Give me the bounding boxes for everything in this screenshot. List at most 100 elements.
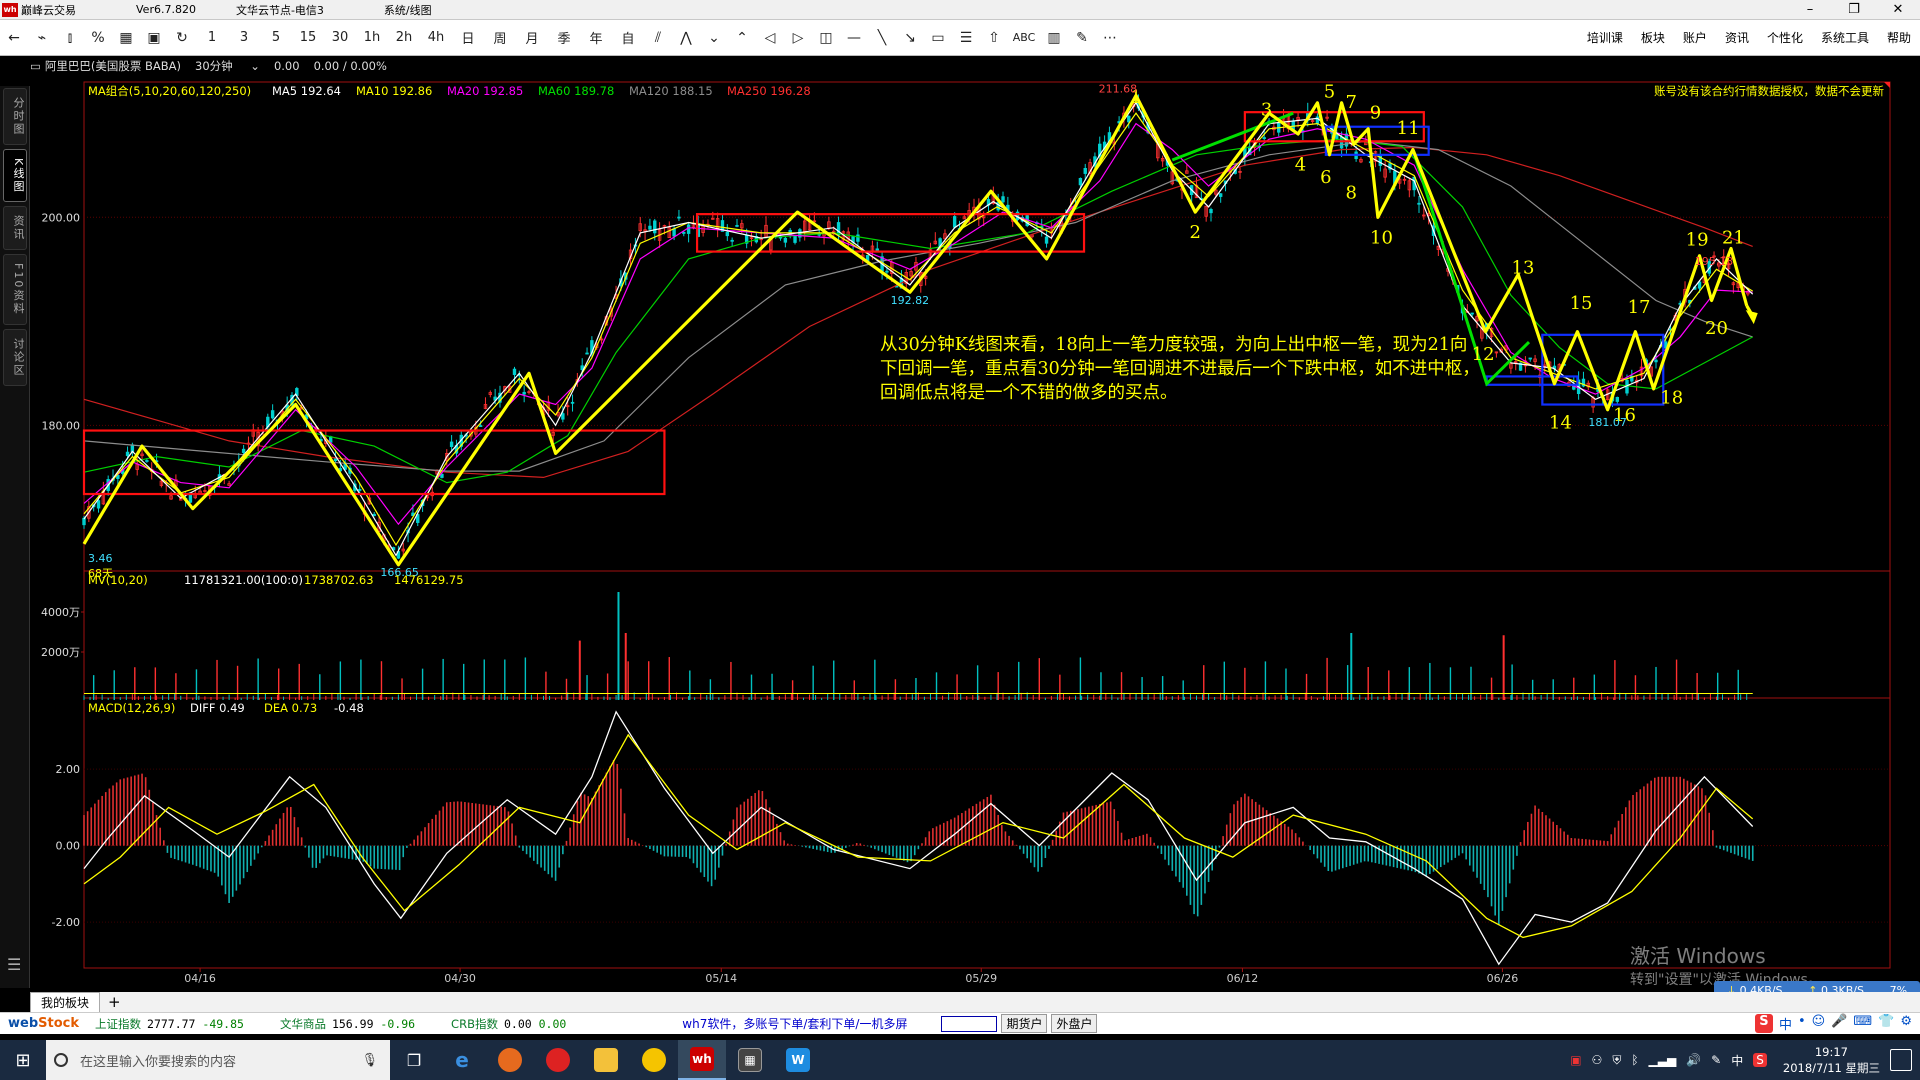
period-button-13[interactable]: 自 [615,26,641,50]
formula-icon[interactable]: % [87,26,109,50]
kline-chart[interactable]: 180.00 200.00 4000万 2000万 2.00 0.00 -2.00 04/16… [30,76,1920,992]
ime-icon-5[interactable]: ⌨ [1853,1014,1872,1033]
windows-start-icon[interactable]: ⊞ [0,1050,46,1071]
notification-icon[interactable] [1890,1049,1912,1071]
line-chart-icon[interactable]: ⌁ [31,26,53,50]
candle-body [1654,359,1658,363]
my-block-tab[interactable]: 我的板块 [30,992,101,1012]
tray-pen-icon[interactable]: ✎ [1711,1053,1721,1067]
restore-icon[interactable]: ❐ [1832,2,1876,17]
ticker-index[interactable]: 上证指数 2777.77 -49.85 [95,1016,244,1032]
period-button-9[interactable]: 周 [487,26,513,50]
wps-icon[interactable]: W [774,1040,822,1080]
period-button-6[interactable]: 2h [391,26,417,50]
taskbar-search[interactable]: 在这里输入你要搜索的内容 🎙 [46,1040,390,1080]
client-app-icon[interactable] [534,1040,582,1080]
menu-item-4[interactable]: 个性化 [1767,29,1803,46]
period-button-11[interactable]: 季 [551,26,577,50]
period-button-10[interactable]: 月 [519,26,545,50]
ime-icon-7[interactable]: ⚙ [1900,1014,1912,1033]
close-icon[interactable]: ✕ [1876,2,1920,17]
tray-sogou-icon[interactable]: S [1753,1053,1767,1067]
file-explorer-icon[interactable] [582,1040,630,1080]
left-tab-4[interactable]: 讨论区 [3,328,27,386]
ime-icon-6[interactable]: 👕 [1878,1014,1894,1033]
stock-menu-icon[interactable]: ▭ [30,59,41,73]
ticker-index[interactable]: 文华商品 156.99 -0.96 [280,1016,415,1032]
ime-icon-2[interactable]: • [1798,1014,1806,1033]
period-button-5[interactable]: 1h [359,26,385,50]
eraser-icon[interactable]: ▥ [1043,26,1065,50]
candle-icon[interactable]: ⫾ [59,26,81,50]
ime-icon-0[interactable]: S [1754,1014,1773,1033]
menu-item-2[interactable]: 账户 [1683,29,1707,46]
arrow-left-icon[interactable]: ◁ [759,26,781,50]
minimize-icon[interactable]: – [1788,2,1832,17]
tray-shield-icon[interactable]: ⛨ [1612,1053,1621,1068]
period-button-1[interactable]: 3 [231,26,257,50]
period-button-0[interactable]: 1 [199,26,225,50]
menu-item-3[interactable]: 资讯 [1725,29,1749,46]
text-tool-button[interactable]: ABC [1011,26,1037,50]
ime-icon-4[interactable]: 🎤 [1831,1014,1847,1033]
stock-name[interactable]: 阿里巴巴(美国股票 BABA) [45,58,181,74]
period-button-8[interactable]: 日 [455,26,481,50]
left-tab-3[interactable]: F10资料 [3,254,27,325]
left-tab-2[interactable]: 资讯 [3,206,27,251]
period-button-3[interactable]: 15 [295,26,321,50]
panel-icon[interactable]: ◫ [815,26,837,50]
ticker-index[interactable]: CRB指数 0.00 0.00 [451,1016,566,1032]
menu-item-1[interactable]: 板块 [1641,29,1665,46]
firefox-icon[interactable] [486,1040,534,1080]
back-icon[interactable]: ← [3,26,25,50]
save-icon[interactable]: ▣ [143,26,165,50]
left-tab-1[interactable]: K线图 [3,149,27,203]
code-input[interactable] [941,1015,998,1032]
ime-icon-3[interactable]: ☺ [1812,1014,1826,1033]
task-view-icon[interactable]: ❐ [390,1040,438,1080]
hline-icon[interactable]: — [843,26,865,50]
fib-icon[interactable]: ☰ [955,26,977,50]
taskbar-clock[interactable]: 19:17 2018/7/11 星期三 [1783,1044,1880,1076]
draw-parallel-icon[interactable]: ⫽ [647,26,669,50]
foreign-account-button[interactable]: 外盘户 [1051,1014,1098,1033]
pen-icon[interactable]: ✎ [1071,26,1093,50]
add-tab-icon[interactable]: + [108,993,121,1011]
tray-people-icon[interactable]: ⚇ [1592,1053,1603,1067]
tray-volume-icon[interactable]: 🔊 [1686,1053,1701,1067]
edge-icon[interactable]: e [438,1040,486,1080]
draw-wave-icon[interactable]: ⋀ [675,26,697,50]
arrow-right-icon[interactable]: ▷ [787,26,809,50]
period-button-7[interactable]: 4h [423,26,449,50]
calculator-icon[interactable]: ▦ [726,1040,774,1080]
period-select[interactable]: 30分钟 ⌄ [195,58,260,74]
more-icon[interactable]: ⋯ [1099,26,1121,50]
list-menu-icon[interactable]: ☰ [7,955,21,974]
system-menu[interactable]: 系统/线图 [384,2,432,18]
left-tab-0[interactable]: 分时图 [3,88,27,145]
menu-item-0[interactable]: 培训课 [1587,29,1623,46]
tray-network-icon[interactable]: ▁▃▅ [1649,1053,1677,1067]
rect-icon[interactable]: ▭ [927,26,949,50]
draw-down-icon[interactable]: ⌄ [703,26,725,50]
tray-language[interactable]: 中 [1731,1052,1743,1069]
table-icon[interactable]: ▦ [115,26,137,50]
ray-icon[interactable]: ↘ [899,26,921,50]
period-button-12[interactable]: 年 [583,26,609,50]
server-node[interactable]: 文华云节点-电信3 [236,2,324,18]
menu-item-6[interactable]: 帮助 [1887,29,1911,46]
ime-icon-1[interactable]: 中 [1779,1014,1792,1033]
refresh-icon[interactable]: ↻ [171,26,193,50]
draw-up-icon[interactable]: ⌃ [731,26,753,50]
period-button-4[interactable]: 30 [327,26,353,50]
period-button-2[interactable]: 5 [263,26,289,50]
media-app-icon[interactable] [630,1040,678,1080]
diag-line-icon[interactable]: ╲ [871,26,893,50]
tray-app-icon[interactable]: ▣ [1570,1053,1581,1067]
menu-item-5[interactable]: 系统工具 [1821,29,1869,46]
futures-account-button[interactable]: 期货户 [1001,1014,1048,1033]
promo-link[interactable]: wh7软件，多账号下单/套利下单/一机多屏 [682,1015,907,1032]
wenhua-app-icon[interactable]: wh [678,1040,726,1080]
up-arrow-icon[interactable]: ⇧ [983,26,1005,50]
tray-bluetooth-icon[interactable]: ᛒ [1631,1053,1638,1067]
